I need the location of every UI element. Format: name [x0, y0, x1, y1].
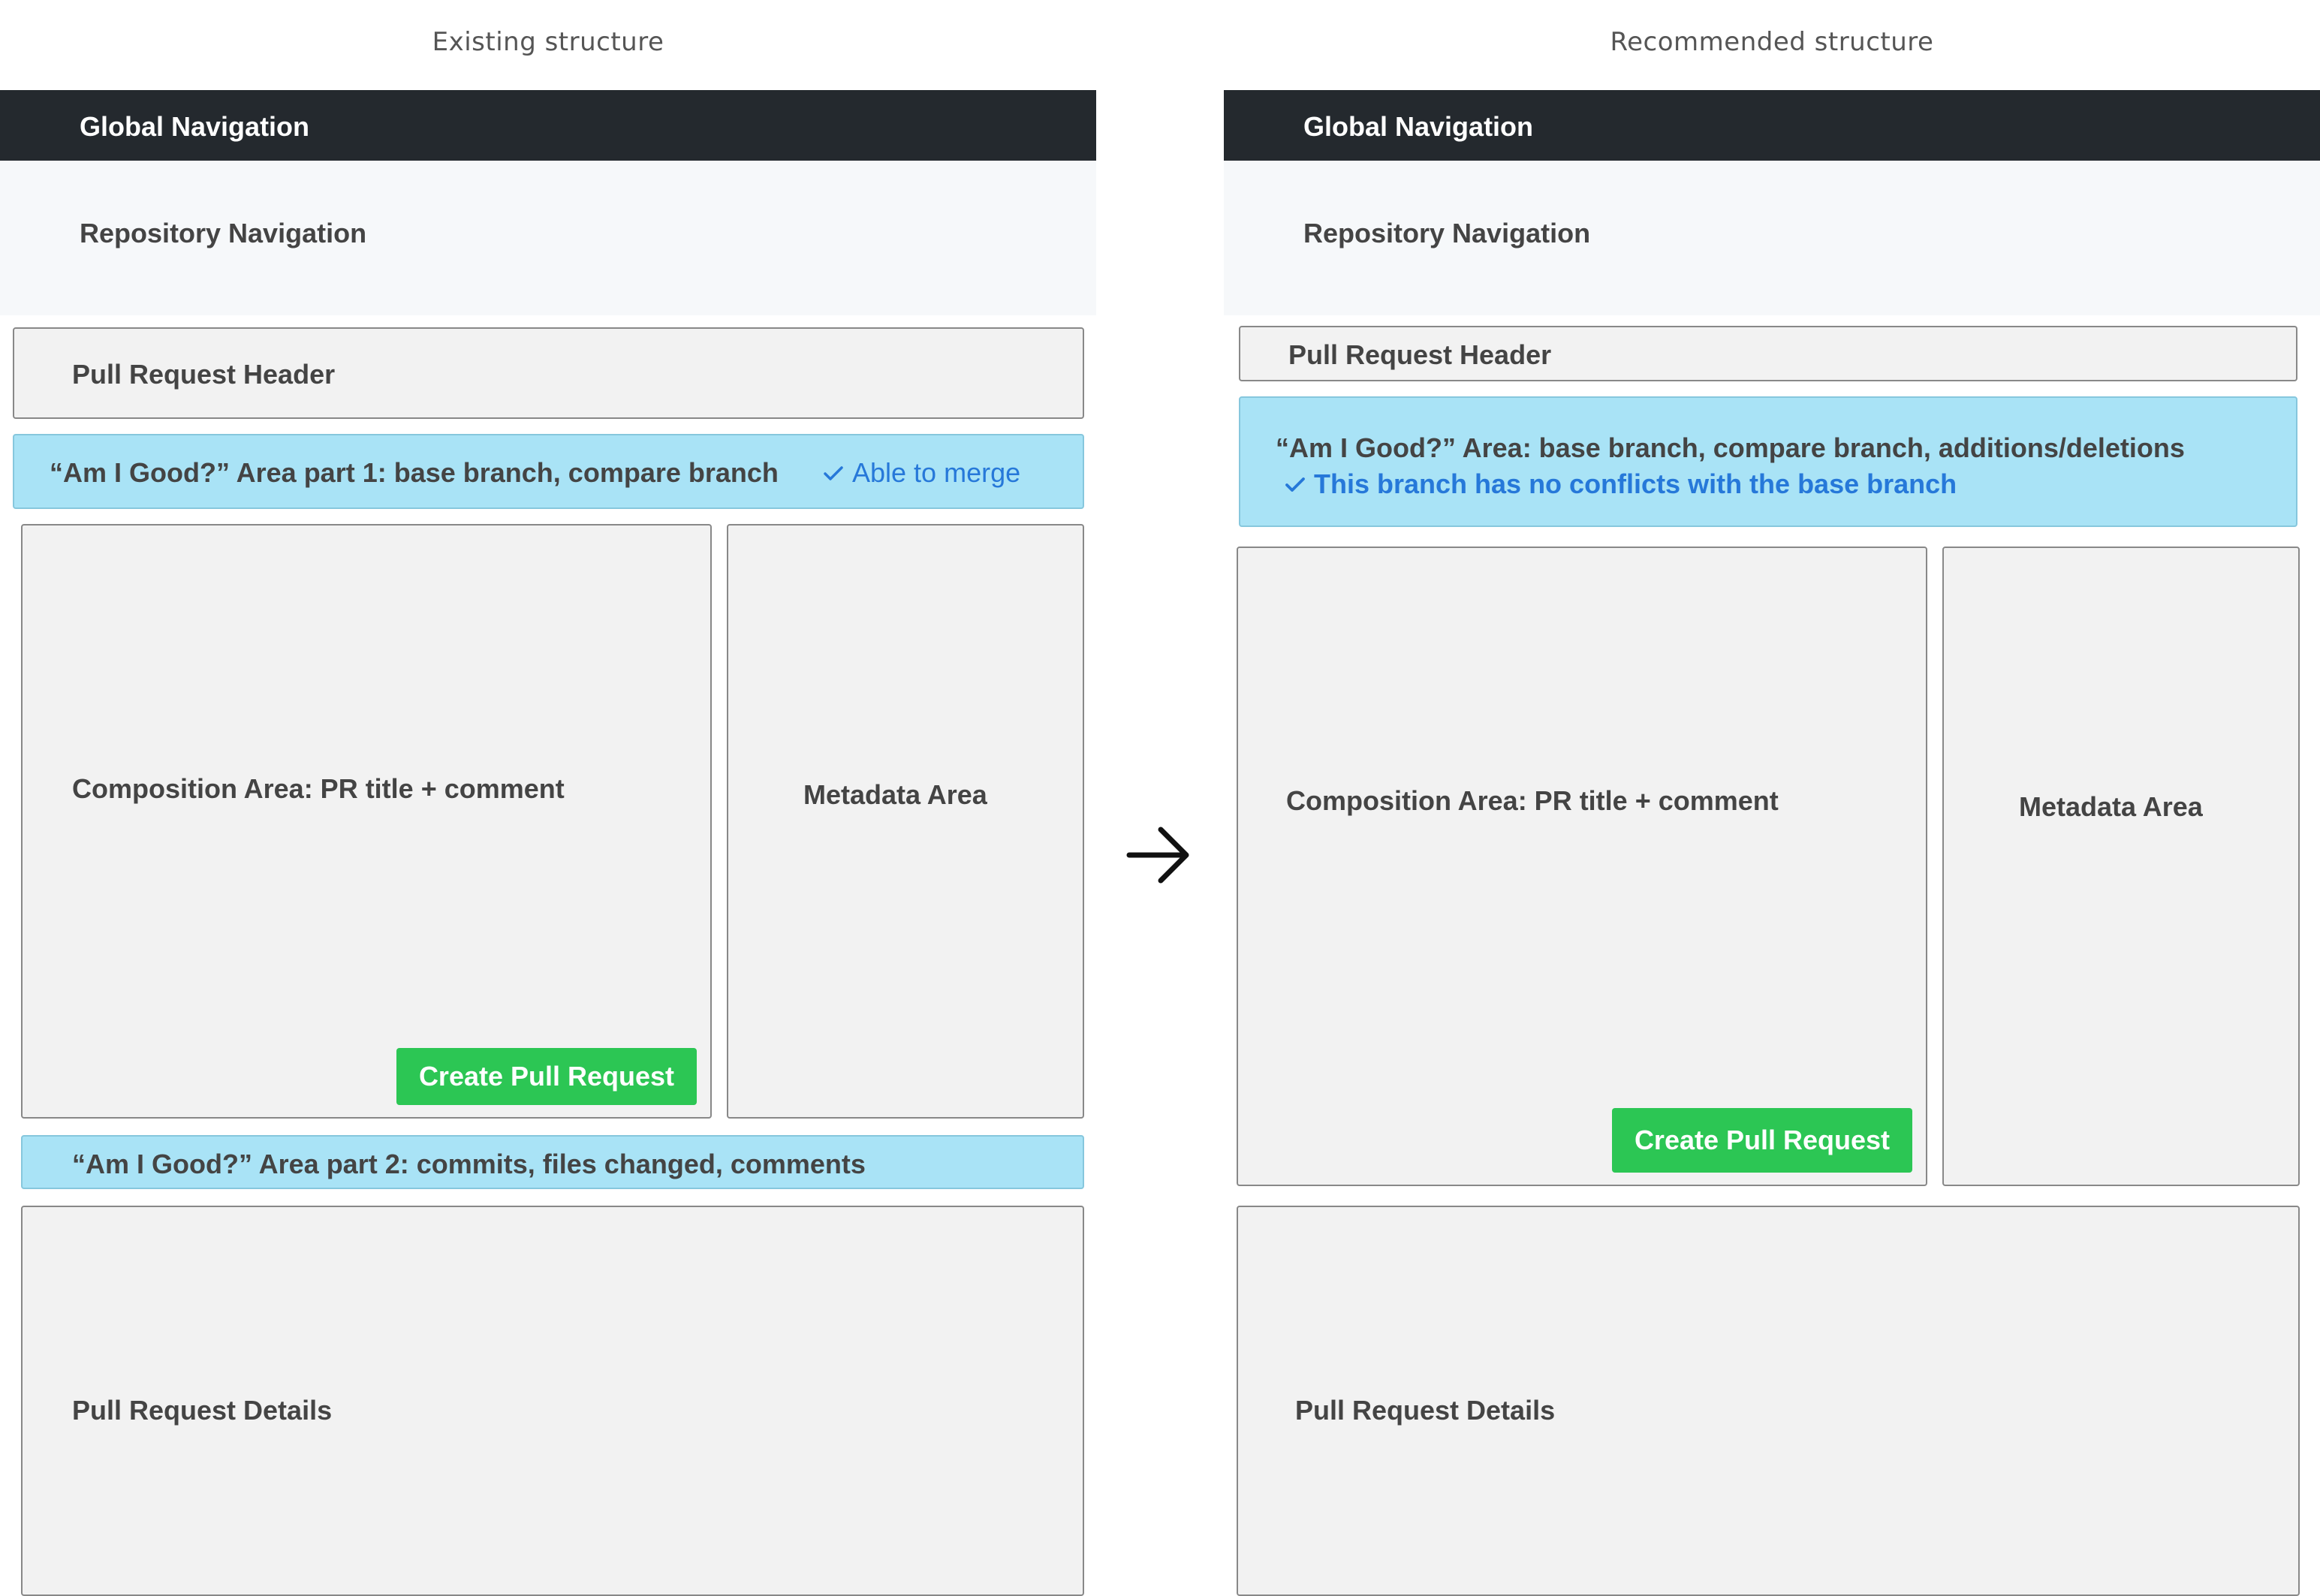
pull-request-details-label: Pull Request Details: [72, 1395, 333, 1426]
merge-status: Able to merge: [822, 457, 1020, 489]
am-i-good-area-part-1-label: “Am I Good?” Area part 1: base branch, c…: [50, 457, 779, 488]
pull-request-header-label: Pull Request Header: [72, 359, 336, 390]
create-pull-request-button[interactable]: Create Pull Request: [1612, 1108, 1912, 1173]
composition-area: Composition Area: PR title + comment Cre…: [1237, 547, 1927, 1186]
repository-navigation-label: Repository Navigation: [80, 218, 367, 248]
am-i-good-area-part-2-label: “Am I Good?” Area part 2: commits, files…: [72, 1149, 866, 1179]
metadata-area: Metadata Area: [727, 524, 1084, 1119]
global-navigation-label: Global Navigation: [1303, 111, 1534, 142]
pull-request-details: Pull Request Details: [1237, 1206, 2300, 1596]
pull-request-header: Pull Request Header: [1239, 326, 2297, 381]
global-navigation-label: Global Navigation: [80, 111, 310, 142]
pull-request-details-label: Pull Request Details: [1295, 1395, 1556, 1426]
repository-navigation-bar: Repository Navigation: [1224, 161, 2320, 315]
am-i-good-area-part-2: “Am I Good?” Area part 2: commits, files…: [21, 1135, 1084, 1189]
existing-structure-caption: Existing structure: [432, 27, 664, 57]
metadata-area-label: Metadata Area: [803, 779, 987, 810]
arrow-right-icon: [1126, 827, 1189, 884]
merge-status-label: This branch has no conflicts with the ba…: [1314, 468, 1957, 499]
recommended-structure-caption: Recommended structure: [1610, 27, 1934, 57]
pull-request-header-label: Pull Request Header: [1288, 339, 1552, 370]
check-icon: [824, 466, 843, 480]
global-navigation-bar: Global Navigation: [1224, 90, 2320, 161]
pull-request-header: Pull Request Header: [13, 327, 1084, 419]
merge-status: This branch has no conflicts with the ba…: [1284, 468, 1957, 500]
composition-area-label: Composition Area: PR title + comment: [1286, 785, 1779, 816]
metadata-area-label: Metadata Area: [2019, 791, 2203, 822]
am-i-good-area-part-1: “Am I Good?” Area part 1: base branch, c…: [13, 434, 1084, 509]
composition-area-label: Composition Area: PR title + comment: [72, 773, 565, 804]
am-i-good-area: “Am I Good?” Area: base branch, compare …: [1239, 396, 2297, 527]
global-navigation-bar: Global Navigation: [0, 90, 1096, 161]
repository-navigation-label: Repository Navigation: [1303, 218, 1591, 248]
composition-area: Composition Area: PR title + comment Cre…: [21, 524, 712, 1119]
check-icon: [1285, 477, 1305, 492]
repository-navigation-bar: Repository Navigation: [0, 161, 1096, 315]
create-pull-request-button[interactable]: Create Pull Request: [396, 1048, 697, 1105]
am-i-good-area-label: “Am I Good?” Area: base branch, compare …: [1276, 432, 2185, 463]
pull-request-details: Pull Request Details: [21, 1206, 1084, 1596]
merge-status-label: Able to merge: [852, 457, 1021, 488]
metadata-area: Metadata Area: [1942, 547, 2300, 1186]
